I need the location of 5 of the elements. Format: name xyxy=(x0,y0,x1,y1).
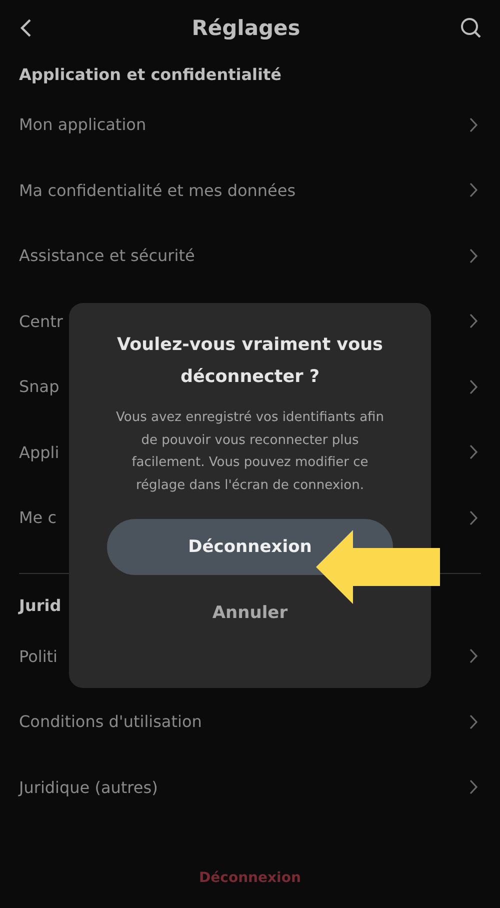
screen-title: Réglages xyxy=(192,16,300,40)
dialog-message: Vous avez enregistré vos identifiants afin de pouvoir vous reconnecter plus facilement. Vous pouvez modifier ce réglage dans l'écran de connexion. xyxy=(115,409,385,494)
dialog-title: Voulez-vous vraiment vous déconnecter ? xyxy=(116,334,384,389)
section-heading: Jurid xyxy=(19,595,62,617)
section-heading: Application et confidentialité xyxy=(19,64,282,86)
